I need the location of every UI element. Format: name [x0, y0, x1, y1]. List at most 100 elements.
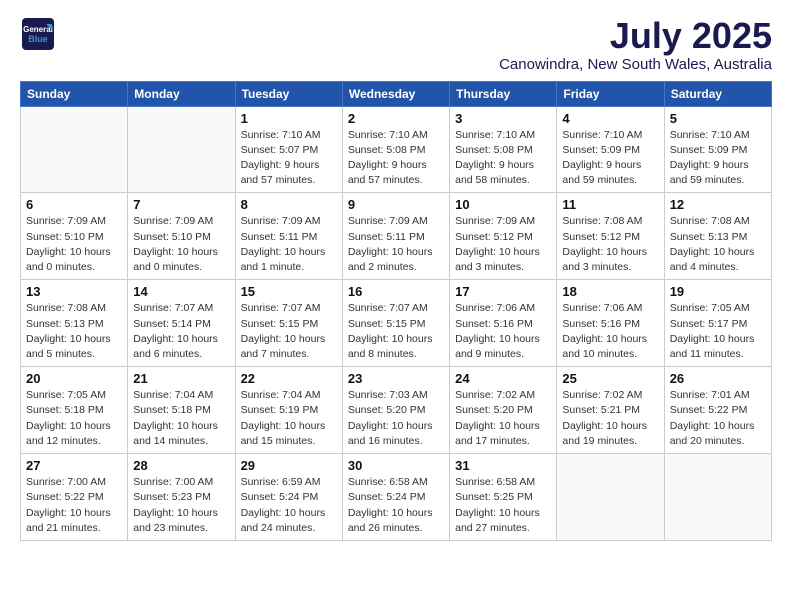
- month-year: July 2025: [499, 16, 772, 56]
- calendar-day-cell: 14 Sunrise: 7:07 AM Sunset: 5:14 PM Dayli…: [128, 280, 235, 367]
- day-number: 6: [26, 197, 122, 212]
- calendar-day-header: Friday: [557, 81, 664, 106]
- calendar-day-cell: [557, 454, 664, 541]
- day-info: Sunrise: 7:09 AM Sunset: 5:10 PM Dayligh…: [26, 214, 122, 275]
- day-number: 16: [348, 284, 444, 299]
- day-number: 30: [348, 458, 444, 473]
- day-info: Sunrise: 7:08 AM Sunset: 5:12 PM Dayligh…: [562, 214, 658, 275]
- day-info: Sunrise: 7:06 AM Sunset: 5:16 PM Dayligh…: [455, 301, 551, 362]
- calendar-day-header: Tuesday: [235, 81, 342, 106]
- day-info: Sunrise: 7:01 AM Sunset: 5:22 PM Dayligh…: [670, 388, 766, 449]
- calendar-body: 1 Sunrise: 7:10 AM Sunset: 5:07 PM Daylig…: [21, 106, 772, 540]
- day-info: Sunrise: 7:10 AM Sunset: 5:08 PM Dayligh…: [455, 128, 551, 189]
- day-info: Sunrise: 7:07 AM Sunset: 5:15 PM Dayligh…: [241, 301, 337, 362]
- calendar-day-header: Monday: [128, 81, 235, 106]
- calendar-day-cell: 21Sunrise: 7:04 AM Sunset: 5:18 PM Dayli…: [128, 367, 235, 454]
- calendar-day-cell: 8 Sunrise: 7:09 AM Sunset: 5:11 PM Daylig…: [235, 193, 342, 280]
- calendar-day-cell: 28 Sunrise: 7:00 AM Sunset: 5:23 PM Dayli…: [128, 454, 235, 541]
- calendar-day-cell: 24 Sunrise: 7:02 AM Sunset: 5:20 PM Dayli…: [450, 367, 557, 454]
- calendar-table: SundayMondayTuesdayWednesdayThursdayFrid…: [20, 81, 772, 541]
- page-header: General Blue July 2025 Canowindra, New S…: [20, 16, 772, 73]
- day-number: 4: [562, 111, 658, 126]
- day-number: 8: [241, 197, 337, 212]
- day-info: Sunrise: 6:58 AM Sunset: 5:24 PM Dayligh…: [348, 475, 444, 536]
- calendar-day-header: Sunday: [21, 81, 128, 106]
- day-number: 7: [133, 197, 229, 212]
- day-info: Sunrise: 7:07 AM Sunset: 5:14 PM Dayligh…: [133, 301, 229, 362]
- day-info: Sunrise: 7:02 AM Sunset: 5:21 PM Dayligh…: [562, 388, 658, 449]
- calendar-day-header: Wednesday: [342, 81, 449, 106]
- day-info: Sunrise: 7:03 AM Sunset: 5:20 PM Dayligh…: [348, 388, 444, 449]
- calendar-day-cell: 31Sunrise: 6:58 AM Sunset: 5:25 PM Dayli…: [450, 454, 557, 541]
- day-number: 19: [670, 284, 766, 299]
- day-number: 13: [26, 284, 122, 299]
- day-info: Sunrise: 7:10 AM Sunset: 5:07 PM Dayligh…: [241, 128, 337, 189]
- calendar-day-cell: 26Sunrise: 7:01 AM Sunset: 5:22 PM Dayli…: [664, 367, 771, 454]
- calendar-week-row: 1 Sunrise: 7:10 AM Sunset: 5:07 PM Daylig…: [21, 106, 772, 193]
- calendar-day-cell: 6 Sunrise: 7:09 AM Sunset: 5:10 PM Daylig…: [21, 193, 128, 280]
- calendar-day-header: Thursday: [450, 81, 557, 106]
- calendar-day-header: Saturday: [664, 81, 771, 106]
- day-number: 20: [26, 371, 122, 386]
- calendar-day-cell: 17 Sunrise: 7:06 AM Sunset: 5:16 PM Dayli…: [450, 280, 557, 367]
- day-number: 27: [26, 458, 122, 473]
- calendar-week-row: 13 Sunrise: 7:08 AM Sunset: 5:13 PM Dayli…: [21, 280, 772, 367]
- calendar-day-cell: 11Sunrise: 7:08 AM Sunset: 5:12 PM Dayli…: [557, 193, 664, 280]
- day-info: Sunrise: 7:00 AM Sunset: 5:22 PM Dayligh…: [26, 475, 122, 536]
- day-info: Sunrise: 7:08 AM Sunset: 5:13 PM Dayligh…: [670, 214, 766, 275]
- day-number: 9: [348, 197, 444, 212]
- day-number: 10: [455, 197, 551, 212]
- day-number: 12: [670, 197, 766, 212]
- calendar-day-cell: 13 Sunrise: 7:08 AM Sunset: 5:13 PM Dayli…: [21, 280, 128, 367]
- day-number: 28: [133, 458, 229, 473]
- day-info: Sunrise: 6:58 AM Sunset: 5:25 PM Dayligh…: [455, 475, 551, 536]
- calendar-week-row: 27 Sunrise: 7:00 AM Sunset: 5:22 PM Dayli…: [21, 454, 772, 541]
- day-number: 24: [455, 371, 551, 386]
- day-info: Sunrise: 7:05 AM Sunset: 5:17 PM Dayligh…: [670, 301, 766, 362]
- day-info: Sunrise: 7:09 AM Sunset: 5:11 PM Dayligh…: [241, 214, 337, 275]
- calendar-day-cell: 4 Sunrise: 7:10 AM Sunset: 5:09 PM Daylig…: [557, 106, 664, 193]
- calendar-day-cell: 18 Sunrise: 7:06 AM Sunset: 5:16 PM Dayli…: [557, 280, 664, 367]
- calendar-day-cell: 20 Sunrise: 7:05 AM Sunset: 5:18 PM Dayli…: [21, 367, 128, 454]
- day-number: 5: [670, 111, 766, 126]
- logo: General Blue: [20, 16, 56, 52]
- calendar-day-cell: [664, 454, 771, 541]
- day-info: Sunrise: 6:59 AM Sunset: 5:24 PM Dayligh…: [241, 475, 337, 536]
- day-number: 17: [455, 284, 551, 299]
- calendar-week-row: 20 Sunrise: 7:05 AM Sunset: 5:18 PM Dayli…: [21, 367, 772, 454]
- day-number: 22: [241, 371, 337, 386]
- day-number: 23: [348, 371, 444, 386]
- calendar-day-cell: 29 Sunrise: 6:59 AM Sunset: 5:24 PM Dayli…: [235, 454, 342, 541]
- day-info: Sunrise: 7:04 AM Sunset: 5:19 PM Dayligh…: [241, 388, 337, 449]
- calendar-day-cell: 1 Sunrise: 7:10 AM Sunset: 5:07 PM Daylig…: [235, 106, 342, 193]
- day-info: Sunrise: 7:10 AM Sunset: 5:08 PM Dayligh…: [348, 128, 444, 189]
- calendar-day-cell: [128, 106, 235, 193]
- day-info: Sunrise: 7:02 AM Sunset: 5:20 PM Dayligh…: [455, 388, 551, 449]
- calendar-day-cell: 19 Sunrise: 7:05 AM Sunset: 5:17 PM Dayli…: [664, 280, 771, 367]
- calendar-week-row: 6 Sunrise: 7:09 AM Sunset: 5:10 PM Daylig…: [21, 193, 772, 280]
- day-info: Sunrise: 7:10 AM Sunset: 5:09 PM Dayligh…: [562, 128, 658, 189]
- day-number: 15: [241, 284, 337, 299]
- day-info: Sunrise: 7:10 AM Sunset: 5:09 PM Dayligh…: [670, 128, 766, 189]
- calendar-day-cell: 15 Sunrise: 7:07 AM Sunset: 5:15 PM Dayli…: [235, 280, 342, 367]
- calendar-day-cell: 7Sunrise: 7:09 AM Sunset: 5:10 PM Daylig…: [128, 193, 235, 280]
- calendar-day-cell: 5 Sunrise: 7:10 AM Sunset: 5:09 PM Daylig…: [664, 106, 771, 193]
- calendar-day-cell: 9Sunrise: 7:09 AM Sunset: 5:11 PM Daylig…: [342, 193, 449, 280]
- calendar-day-cell: 27 Sunrise: 7:00 AM Sunset: 5:22 PM Dayli…: [21, 454, 128, 541]
- title-block: July 2025 Canowindra, New South Wales, A…: [499, 16, 772, 73]
- day-number: 3: [455, 111, 551, 126]
- day-number: 18: [562, 284, 658, 299]
- day-info: Sunrise: 7:06 AM Sunset: 5:16 PM Dayligh…: [562, 301, 658, 362]
- day-info: Sunrise: 7:05 AM Sunset: 5:18 PM Dayligh…: [26, 388, 122, 449]
- day-number: 1: [241, 111, 337, 126]
- day-info: Sunrise: 7:08 AM Sunset: 5:13 PM Dayligh…: [26, 301, 122, 362]
- location: Canowindra, New South Wales, Australia: [499, 56, 772, 73]
- calendar-day-cell: 30 Sunrise: 6:58 AM Sunset: 5:24 PM Dayli…: [342, 454, 449, 541]
- calendar-day-cell: 10Sunrise: 7:09 AM Sunset: 5:12 PM Dayli…: [450, 193, 557, 280]
- logo-icon: General Blue: [20, 16, 56, 52]
- day-number: 29: [241, 458, 337, 473]
- day-number: 14: [133, 284, 229, 299]
- calendar-day-cell: 23 Sunrise: 7:03 AM Sunset: 5:20 PM Dayli…: [342, 367, 449, 454]
- day-info: Sunrise: 7:07 AM Sunset: 5:15 PM Dayligh…: [348, 301, 444, 362]
- day-info: Sunrise: 7:00 AM Sunset: 5:23 PM Dayligh…: [133, 475, 229, 536]
